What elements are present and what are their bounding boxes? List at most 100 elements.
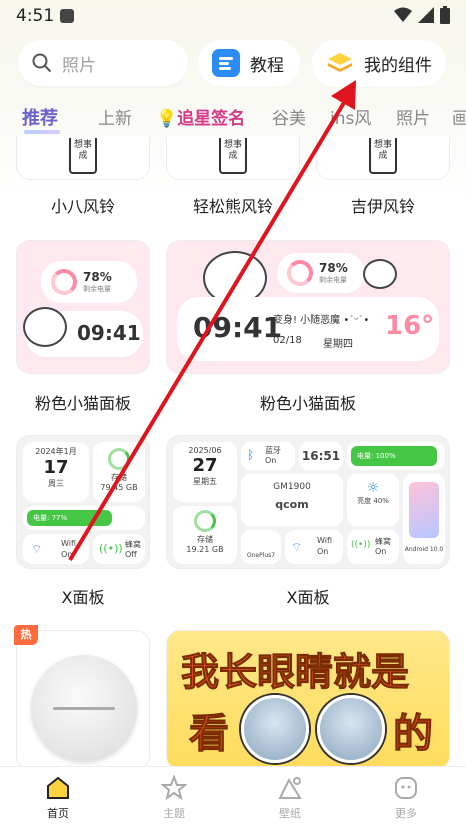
battery-ring-icon [51, 269, 77, 295]
tab-valley[interactable]: 谷美 [272, 104, 306, 129]
kitty-small-icon [363, 259, 397, 289]
cellular-tile[interactable]: ((•)) 蜂窝 Off [93, 534, 145, 564]
tab-star-signature[interactable]: 💡追星签名 [156, 104, 245, 129]
wifi-icon: ⌔ [31, 542, 43, 556]
home-icon [47, 776, 69, 799]
battery-bar: 电量: 77% [23, 506, 145, 530]
storage-ring-icon [194, 510, 216, 532]
cellular-tile[interactable]: ((•)) 蜂窝 On [347, 530, 399, 564]
banner-line-1: 我长眼睛就是 [180, 650, 410, 695]
storage-label: 存储 [111, 473, 127, 482]
calendar-weekday: 星期五 [193, 477, 217, 486]
status-time: 4:51 [16, 6, 55, 26]
status-icons [394, 6, 450, 24]
clock-time: 09:41 [193, 311, 283, 344]
wifi-state: On [317, 547, 329, 556]
widget-title: 小八风铃 [50, 197, 115, 216]
wifi-tile[interactable]: ⌔ Wifi On [23, 534, 89, 564]
battery-icon [440, 6, 450, 24]
star-icon [161, 775, 187, 801]
nav-more[interactable]: 更多 [366, 775, 446, 821]
tutorial-button[interactable]: 教程 [198, 40, 300, 86]
nav-themes[interactable]: 主题 [134, 775, 214, 821]
storage-ring-icon [108, 448, 130, 470]
widgets-stack-icon [328, 53, 352, 72]
wifi-tile[interactable]: ⌔ Wifi On [285, 530, 343, 564]
search-placeholder: 照片 [62, 55, 96, 76]
windchime-card-1[interactable]: 想事成 [16, 136, 150, 180]
tab-star-signature-label: 追星签名 [177, 109, 246, 129]
kitty-sticker-icon [23, 307, 67, 347]
battery-percent: 78% [319, 261, 348, 275]
nav-more-label: 更多 [395, 807, 417, 820]
device-tile: GM1900 qcom [241, 474, 343, 526]
windchime-card-2[interactable]: 想事成 [166, 136, 300, 180]
storage-tile: 存储 79.45 GB [93, 442, 145, 502]
storage-tile: 存储 19.21 GB [173, 506, 237, 564]
oneplus-label: OnePlus7 [246, 552, 276, 559]
tab-new[interactable]: 上新 [98, 104, 132, 129]
battery-widget: 78% 剩余电量 [277, 253, 365, 293]
nav-home[interactable]: 首页 [18, 775, 98, 821]
hot-badge: 热 [14, 625, 38, 645]
x-panel-small[interactable]: 2024年1月 17 周三 存储 79.45 GB 电量: 77% ⌔ Wifi… [16, 435, 150, 569]
phone-image [409, 482, 439, 538]
storage-label: 存储 [197, 535, 213, 544]
calendar-day: 27 [192, 455, 218, 476]
cellular-icon: ((•)) [99, 542, 123, 555]
bluetooth-label: 蓝牙 [265, 446, 281, 455]
pin-badge-card[interactable] [16, 630, 150, 770]
cellular-state: On [375, 547, 387, 556]
wifi-label: Wifi [61, 539, 76, 548]
windchime-tag: 想事成 [69, 138, 97, 174]
wallpaper-icon [278, 777, 302, 799]
x-panel-large[interactable]: 2025/06 27 星期五 ᛒ 蓝牙 On 16:51 电量: 100% 存储… [166, 435, 450, 569]
tab-drawing[interactable]: 画 [452, 104, 466, 129]
my-widgets-button[interactable]: 我的组件 [312, 40, 446, 86]
widget-title: 粉色小猫面板 [34, 394, 131, 413]
weekday-text: 星期四 [323, 339, 353, 350]
clock-tile: 16:51 [299, 442, 343, 470]
temperature-text: 16° [385, 311, 435, 341]
tab-ins-style[interactable]: ins风 [330, 104, 371, 129]
calendar-day: 17 [43, 457, 69, 478]
tab-recommended[interactable]: 推荐 [22, 104, 60, 134]
tutorial-label: 教程 [250, 55, 284, 76]
brightness-value: 亮度 40% [357, 497, 389, 505]
brightness-tile[interactable]: ☼ 亮度 40% [347, 474, 399, 526]
chip-name: qcom [275, 498, 309, 511]
device-model: GM1900 [273, 482, 311, 492]
widget-title: 吉伊风铃 [350, 197, 415, 216]
widget-title: X面板 [286, 588, 330, 607]
windchime-card-3[interactable]: 想事成 [316, 136, 450, 180]
storage-value: 79.45 GB [100, 483, 138, 492]
calendar-month: 2024年1月 [35, 447, 77, 456]
pink-kitty-panel-large[interactable]: 78% 剩余电量 09:41 变身! 小随恶魔 •˙ᵕ˙• 02/18 星期四 1… [166, 240, 450, 374]
clock-weather-widget: 09:41 变身! 小随恶魔 •˙ᵕ˙• 02/18 星期四 16° [177, 297, 439, 361]
banner-card[interactable]: 我长眼睛就是 看 的 [166, 630, 450, 770]
pin-clasp [53, 707, 115, 710]
sun-icon: ☼ [366, 480, 380, 496]
bluetooth-tile[interactable]: ᛒ 蓝牙 On [241, 442, 295, 470]
wifi-icon [394, 7, 412, 22]
widget-title: 粉色小猫面板 [259, 394, 356, 413]
banner-line-2-end: 的 [393, 711, 434, 758]
search-icon [32, 53, 52, 73]
tutorial-icon [212, 49, 240, 77]
battery-caption: 剩余电量 [319, 276, 347, 284]
oneplus-tile: OnePlus7 [241, 530, 281, 564]
tab-photos[interactable]: 照片 [396, 104, 430, 129]
android-version: Android 10.0 [404, 546, 444, 553]
calendar-tile: 2025/06 27 星期五 [173, 442, 237, 502]
pink-kitty-panel-small[interactable]: 78% 剩余电量 09:41 [16, 240, 150, 374]
battery-percent: 78% [83, 270, 112, 284]
bottom-nav: 首页 主题 壁纸 更多 [0, 766, 466, 830]
storage-value: 19.21 GB [186, 545, 224, 554]
my-widgets-label: 我的组件 [364, 55, 432, 76]
cellular-label: 蜂窝 [375, 537, 391, 546]
search-bar[interactable]: 照片 [18, 40, 188, 86]
calendar-month: 2025/06 [188, 446, 222, 455]
nav-wallpaper[interactable]: 壁纸 [250, 775, 330, 821]
android-tile: Android 10.0 [403, 474, 445, 564]
nav-wallpaper-label: 壁纸 [279, 807, 301, 820]
